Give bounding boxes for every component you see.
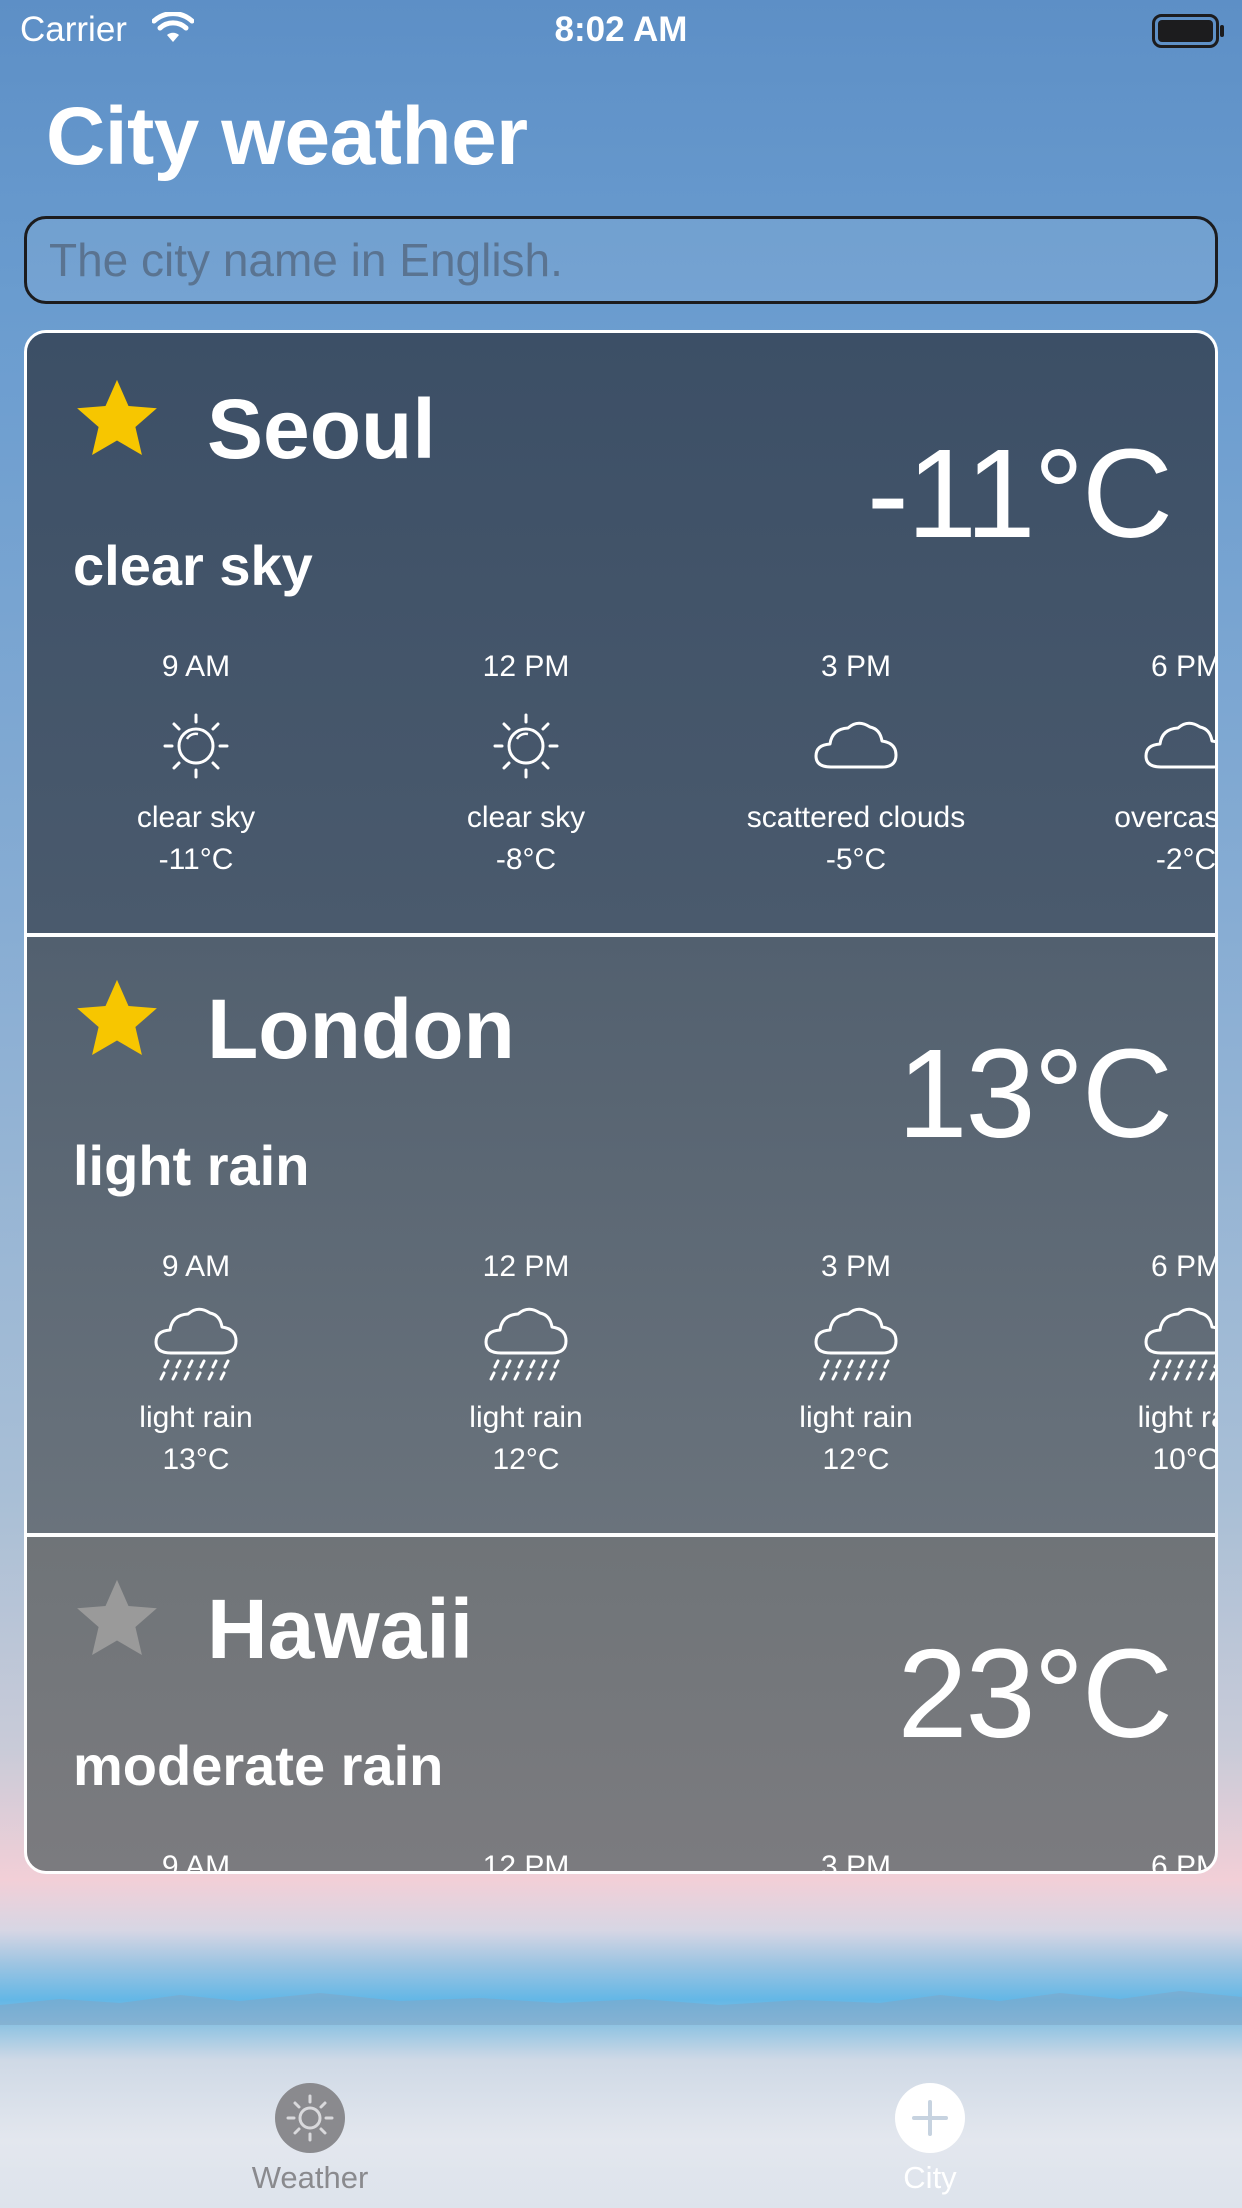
forecast-item: 12 PM <box>361 1845 691 1874</box>
forecast-time: 6 PM <box>1150 1850 1218 1874</box>
forecast-time: 12 PM <box>482 1250 570 1283</box>
rain-cloud-icon <box>154 1307 238 1381</box>
forecast-temperature: 12°C <box>822 1443 890 1476</box>
forecast-time: 12 PM <box>482 1850 570 1874</box>
current-temperature: 23°C <box>897 1623 1173 1764</box>
forecast-temperature: -8°C <box>495 843 557 876</box>
favorite-star-icon[interactable] <box>69 973 165 1065</box>
battery-icon <box>1152 14 1224 48</box>
forecast-condition: clear sky <box>466 801 586 834</box>
hourly-forecast[interactable]: 9 AM 12 PM 3 PM 6 PM <box>27 1845 1218 1874</box>
mountain-horizon <box>0 1991 1242 2025</box>
forecast-time: 3 PM <box>820 1250 892 1283</box>
sun-icon <box>163 713 229 779</box>
current-condition: light rain <box>73 1134 310 1197</box>
forecast-condition: light rai <box>1137 1401 1215 1434</box>
hourly-forecast[interactable]: 9 AM clear sky -11°C 12 PM clear sky -8°… <box>27 645 1215 925</box>
city-search-input[interactable] <box>27 219 1215 301</box>
forecast-temperature: -2°C <box>1155 843 1217 876</box>
rain-cloud-icon <box>1144 1307 1215 1381</box>
forecast-item: 3 PM light rain 12°C <box>691 1245 1021 1477</box>
city-card-london[interactable]: London 13°C light rain 9 AM light rain 1… <box>27 933 1215 1533</box>
hourly-forecast[interactable]: 9 AM light rain 13°C 12 PM light rain 12… <box>27 1245 1215 1525</box>
favorite-star-icon[interactable] <box>69 373 165 465</box>
current-temperature: 13°C <box>897 1023 1173 1164</box>
forecast-time: 9 AM <box>161 1250 231 1283</box>
forecast-condition: light rain <box>469 1401 583 1434</box>
tab-weather[interactable]: Weather <box>160 2068 460 2196</box>
forecast-time: 9 AM <box>161 650 231 683</box>
forecast-temperature: 13°C <box>162 1443 230 1476</box>
cloud-icon <box>814 721 898 769</box>
forecast-condition: light rain <box>139 1401 253 1434</box>
forecast-condition: scattered clouds <box>746 801 966 834</box>
forecast-item: 3 PM <box>691 1845 1021 1874</box>
favorite-star-icon[interactable] <box>69 1573 165 1665</box>
forecast-time: 9 AM <box>161 1850 231 1874</box>
city-card-list[interactable]: Seoul -11°C clear sky 9 AM clear sky -11… <box>24 330 1218 1874</box>
forecast-time: 6 PM <box>1150 650 1218 683</box>
tab-bar: Weather City <box>0 2068 1242 2208</box>
forecast-temperature: -11°C <box>158 843 234 876</box>
rain-cloud-icon <box>814 1307 898 1381</box>
current-condition: clear sky <box>73 534 313 597</box>
cloud-icon <box>1144 721 1215 769</box>
forecast-item: 6 PM <box>1021 1845 1218 1874</box>
city-name: Seoul <box>207 382 436 476</box>
forecast-temperature: 12°C <box>492 1443 560 1476</box>
forecast-temperature: -5°C <box>825 843 887 876</box>
forecast-item: 3 PM scattered clouds -5°C <box>691 645 1021 877</box>
forecast-item: 9 AM <box>31 1845 361 1874</box>
status-time: 8:02 AM <box>554 10 688 49</box>
forecast-item: 6 PM light rai 10°C <box>1021 1245 1218 1477</box>
plus-circle-icon <box>895 2083 965 2153</box>
city-name: Hawaii <box>207 1582 474 1676</box>
forecast-item: 12 PM clear sky -8°C <box>361 645 691 877</box>
forecast-temperature: 10°C <box>1152 1443 1218 1476</box>
current-temperature: -11°C <box>866 423 1173 564</box>
sun-icon <box>493 713 559 779</box>
rain-cloud-icon <box>484 1307 568 1381</box>
forecast-item: 6 PM overcast cl -2°C <box>1021 645 1218 877</box>
tab-label: Weather <box>251 2160 369 2195</box>
forecast-condition: light rain <box>799 1401 913 1434</box>
forecast-condition: overcast cl <box>1114 801 1218 834</box>
current-condition: moderate rain <box>73 1734 444 1797</box>
city-card-hawaii[interactable]: Hawaii 23°C moderate rain 9 AM 12 PM 3 P… <box>27 1533 1218 1874</box>
tab-label: City <box>903 2160 957 2195</box>
forecast-item: 9 AM clear sky -11°C <box>31 645 361 877</box>
forecast-time: 3 PM <box>820 1850 892 1874</box>
city-name: London <box>207 982 515 1076</box>
forecast-condition: clear sky <box>136 801 256 834</box>
status-bar: Carrier 8:02 AM <box>0 0 1242 60</box>
forecast-item: 9 AM light rain 13°C <box>31 1245 361 1477</box>
forecast-time: 6 PM <box>1150 1250 1218 1283</box>
page-title: City weather <box>46 91 528 182</box>
forecast-time: 12 PM <box>482 650 570 683</box>
city-card-seoul[interactable]: Seoul -11°C clear sky 9 AM clear sky -11… <box>27 333 1215 933</box>
forecast-time: 3 PM <box>820 650 892 683</box>
sun-circle-icon <box>275 2083 345 2153</box>
city-search-field[interactable] <box>24 216 1218 304</box>
tab-city[interactable]: City <box>780 2068 1080 2196</box>
forecast-item: 12 PM light rain 12°C <box>361 1245 691 1477</box>
